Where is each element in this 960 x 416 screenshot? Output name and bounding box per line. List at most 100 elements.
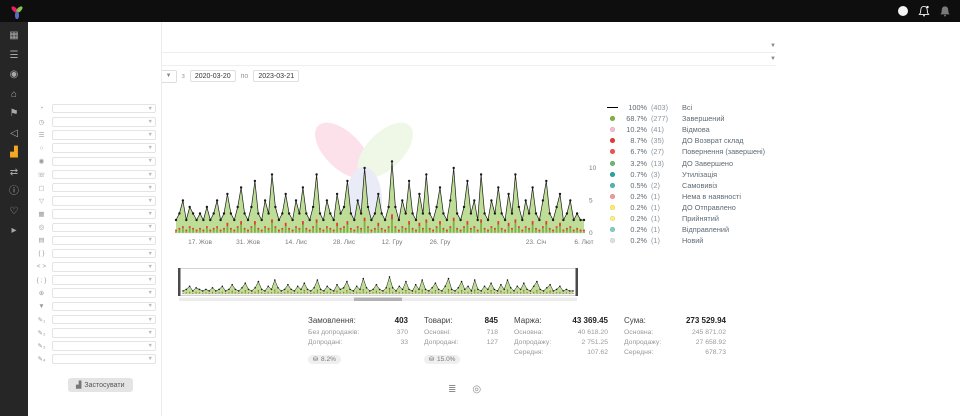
- legend-percent: 8.7%: [622, 136, 647, 145]
- legend-dot-marker: [606, 116, 618, 121]
- app-logo[interactable]: [9, 4, 25, 19]
- theme-toggle-icon[interactable]: [896, 5, 909, 18]
- filter-select[interactable]: ▼: [52, 328, 156, 338]
- legend-percent: 10.2%: [622, 125, 647, 134]
- filter-select[interactable]: ▼: [52, 157, 156, 167]
- vars-icon: { ; }: [34, 277, 49, 284]
- home-icon[interactable]: ⌂: [5, 88, 23, 101]
- legend-count: (403): [651, 103, 678, 112]
- legend-item[interactable]: 6.7%(27)Повернення (завершені): [606, 146, 778, 157]
- badge-value: 8.2%: [321, 356, 336, 363]
- video-icon[interactable]: ▸: [5, 224, 23, 237]
- apply-filters-button[interactable]: ▟ Застосувати: [68, 378, 133, 392]
- stat-sublabel: Середня:: [514, 348, 543, 358]
- legend-label: ДО Возврат склад: [682, 136, 744, 145]
- filter-select[interactable]: ▼: [52, 354, 156, 364]
- filter-row: ✎₂▼: [34, 326, 156, 339]
- custom-field-4-icon: ✎₄: [34, 355, 49, 363]
- legend-item[interactable]: 0.2%(1)Новий: [606, 235, 778, 246]
- stat-sublabel: Допродажу:: [624, 338, 661, 348]
- megaphone-icon[interactable]: ◁: [5, 127, 23, 140]
- stat-header: Замовлення:403: [308, 316, 408, 325]
- legend-item[interactable]: 0.2%(1)Відправлений: [606, 224, 778, 235]
- stat-column: Замовлення:403Без допродажів:370Допродан…: [308, 316, 408, 366]
- dashboard-icon[interactable]: ▦: [5, 29, 23, 42]
- filter-row: ▼▼: [34, 300, 156, 313]
- stat-value: 403: [395, 316, 408, 325]
- date-from-label: з: [182, 73, 185, 80]
- filter-select[interactable]: ▼: [52, 236, 156, 246]
- legend-dot-marker: [606, 216, 618, 221]
- filter-select[interactable]: ▼: [52, 315, 156, 325]
- legend-dot-marker: [606, 238, 618, 243]
- orders-timeline-chart[interactable]: 17. Жов31. Жов14. Лис28. Лис12. Гру26. Г…: [168, 98, 600, 250]
- table-view-icon[interactable]: ≣: [448, 384, 456, 395]
- users-icon[interactable]: ◉: [5, 68, 23, 81]
- orders-list-icon[interactable]: ☰: [5, 49, 23, 62]
- analytics-icon[interactable]: ▟: [5, 146, 23, 159]
- legend-count: (1): [651, 192, 678, 201]
- info-icon[interactable]: ⓘ: [5, 185, 23, 198]
- legend-item[interactable]: 0.2%(1)Прийнятий: [606, 213, 778, 224]
- chart-minimap-brush[interactable]: [178, 268, 578, 302]
- filter-select[interactable]: ▼: [52, 249, 156, 259]
- filter-select[interactable]: ▼: [52, 170, 156, 180]
- legend-item[interactable]: 10.2%(41)Відмова: [606, 124, 778, 135]
- filter-sidebar: ◔▼◷▼☰▼○▼◉▼☏▼▢▼▽▼▦▼◎▼▤▼{ }▼< >▼{ ; }▼⊕▼▼▼…: [28, 22, 162, 416]
- integrations-icon[interactable]: ⇄: [5, 166, 23, 179]
- legend-dot-marker: [606, 194, 618, 199]
- legend-dot-marker: [606, 127, 618, 132]
- stat-subrow: Основна:245 871.02: [624, 328, 726, 338]
- bag-icon: ⛁: [429, 356, 434, 363]
- tags-icon[interactable]: ⚑: [5, 107, 23, 120]
- stat-subrow: Допродажу:27 658.92: [624, 338, 726, 348]
- stat-subrow: Середня:678.73: [624, 348, 726, 358]
- share-globe-icon[interactable]: ◎: [472, 384, 481, 395]
- legend-dot-marker: [606, 172, 618, 177]
- legend-percent: 0.2%: [622, 225, 647, 234]
- filter-select[interactable]: ▼: [52, 130, 156, 140]
- notifications-bell-icon[interactable]: [917, 5, 930, 18]
- legend-count: (27): [651, 147, 678, 156]
- filter-select[interactable]: ▼: [52, 196, 156, 206]
- filter-rows: ◔▼◷▼☰▼○▼◉▼☏▼▢▼▽▼▦▼◎▼▤▼{ }▼< >▼{ ; }▼⊕▼▼▼…: [34, 102, 156, 366]
- legend-item[interactable]: 0.2%(1)Нема в наявності: [606, 191, 778, 202]
- legend-label: ДО Отправлено: [682, 203, 736, 212]
- filter-select[interactable]: ▼: [52, 223, 156, 233]
- legend-item[interactable]: 68.7%(277)Завершений: [606, 113, 778, 124]
- partners-icon[interactable]: ♡: [5, 205, 23, 218]
- filter-select[interactable]: ▼: [52, 104, 156, 114]
- filter-select[interactable]: ▼: [52, 341, 156, 351]
- filter-select[interactable]: ▼: [52, 288, 156, 298]
- donut-chart-icon: ◔: [34, 105, 49, 112]
- filter-select[interactable]: ▼: [52, 275, 156, 285]
- svg-text:0: 0: [589, 230, 593, 237]
- stat-subvalue: 718: [487, 328, 498, 338]
- alerts-bell-icon[interactable]: [938, 5, 951, 18]
- chevron-down-icon: ▼: [166, 73, 172, 79]
- legend-item[interactable]: 100%(403)Всі: [606, 102, 778, 113]
- legend-item[interactable]: 0.7%(3)Утилізація: [606, 169, 778, 180]
- filter-select[interactable]: ▼: [52, 143, 156, 153]
- svg-text:12. Гру: 12. Гру: [382, 239, 404, 246]
- legend-item[interactable]: 3.2%(13)ДО Завершено: [606, 157, 778, 168]
- filter-select[interactable]: ▼: [52, 302, 156, 312]
- filter-select[interactable]: ▼: [52, 117, 156, 127]
- legend-percent: 0.2%: [622, 214, 647, 223]
- legend-percent: 6.7%: [622, 147, 647, 156]
- legend-item[interactable]: 0.2%(1)ДО Отправлено: [606, 202, 778, 213]
- filter-select[interactable]: ▼: [52, 209, 156, 219]
- legend-item[interactable]: 0.5%(2)Самовивіз: [606, 180, 778, 191]
- filter-select[interactable]: ▼: [52, 262, 156, 272]
- date-from-input[interactable]: 2020-03-20: [190, 70, 236, 82]
- legend-item[interactable]: 8.7%(35)ДО Возврат склад: [606, 135, 778, 146]
- legend-dot-marker: [606, 138, 618, 143]
- stat-column: Сума:273 529.94Основна:245 871.02Допрода…: [624, 316, 726, 366]
- legend-count: (1): [651, 225, 678, 234]
- date-to-input[interactable]: 2023-03-21: [253, 70, 299, 82]
- stat-subrow: Середня:107.62: [514, 348, 608, 358]
- stat-label: Маржа:: [514, 316, 542, 325]
- stat-subrow: Без допродажів:370: [308, 328, 408, 338]
- filter-select[interactable]: ▼: [52, 183, 156, 193]
- legend-label: Відмова: [682, 125, 710, 134]
